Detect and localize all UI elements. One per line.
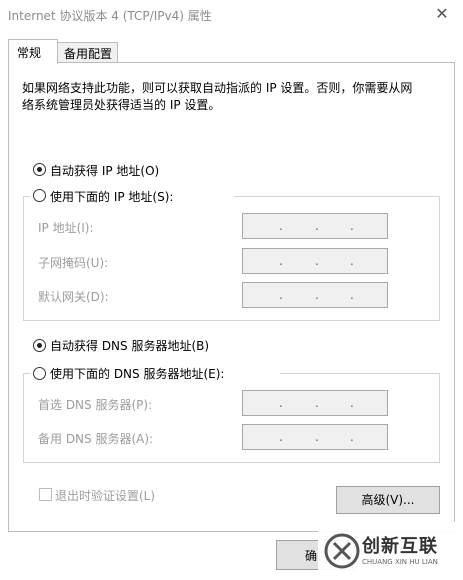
brand-subtitle: CHUANG XIN HU LIAN <box>362 558 438 566</box>
ip-address-input[interactable]: . . . <box>242 213 388 239</box>
radio-manual-ip[interactable] <box>33 189 46 202</box>
description-text: 如果网络支持此功能，则可以获取自动指派的 IP 设置。否则，你需要从网络系统管理… <box>22 81 413 112</box>
octet-separator: . <box>350 288 354 302</box>
tab-alternate-config[interactable]: 备用配置 <box>57 42 118 62</box>
radio-auto-dns[interactable] <box>33 339 46 352</box>
octet-separator: . <box>315 254 319 268</box>
subnet-mask-input[interactable]: . . . <box>242 248 388 274</box>
tab-alternate-config-label: 备用配置 <box>64 47 113 61</box>
brand-name: 创新互联 <box>362 536 438 557</box>
validate-on-exit-label: 退出时验证设置(L) <box>55 489 156 503</box>
title-bar: Internet 协议版本 4 (TCP/IPv4) 属性 ✕ <box>0 0 463 30</box>
brand-logo-icon <box>324 533 360 569</box>
window-title: Internet 协议版本 4 (TCP/IPv4) 属性 <box>8 9 212 23</box>
octet-separator: . <box>279 288 283 302</box>
ip-address-label: IP 地址(I): <box>38 221 94 235</box>
radio-auto-ip-label[interactable]: 自动获得 IP 地址(O) <box>50 162 159 179</box>
default-gateway-input[interactable]: . . . <box>242 282 388 308</box>
tab-general[interactable]: 常规 <box>8 39 58 64</box>
octet-separator: . <box>350 254 354 268</box>
octet-separator: . <box>315 430 319 444</box>
validate-on-exit-checkbox[interactable] <box>39 488 52 501</box>
alternate-dns-input[interactable]: . . . <box>242 424 388 450</box>
tab-general-label: 常规 <box>17 46 42 60</box>
octet-separator: . <box>315 288 319 302</box>
octet-separator: . <box>315 219 319 233</box>
default-gateway-label: 默认网关(D): <box>38 290 109 304</box>
octet-separator: . <box>315 396 319 410</box>
radio-auto-ip[interactable] <box>33 163 46 176</box>
octet-separator: . <box>350 219 354 233</box>
radio-manual-ip-label[interactable]: 使用下面的 IP 地址(S): <box>50 188 173 205</box>
octet-separator: . <box>350 430 354 444</box>
advanced-button[interactable]: 高级(V)... <box>336 486 440 514</box>
octet-separator: . <box>279 254 283 268</box>
close-icon[interactable]: ✕ <box>430 3 454 25</box>
radio-manual-dns[interactable] <box>33 367 46 380</box>
subnet-mask-label: 子网掩码(U): <box>38 256 109 270</box>
octet-separator: . <box>279 430 283 444</box>
radio-auto-dns-label[interactable]: 自动获得 DNS 服务器地址(B) <box>50 337 209 354</box>
radio-manual-dns-label[interactable]: 使用下面的 DNS 服务器地址(E): <box>50 365 224 382</box>
preferred-dns-label: 首选 DNS 服务器(P): <box>38 398 153 412</box>
octet-separator: . <box>279 396 283 410</box>
alternate-dns-label: 备用 DNS 服务器(A): <box>38 432 154 446</box>
octet-separator: . <box>350 396 354 410</box>
brand-watermark: 创新互联 CHUANG XIN HU LIAN <box>318 522 463 580</box>
preferred-dns-input[interactable]: . . . <box>242 390 388 416</box>
octet-separator: . <box>279 219 283 233</box>
